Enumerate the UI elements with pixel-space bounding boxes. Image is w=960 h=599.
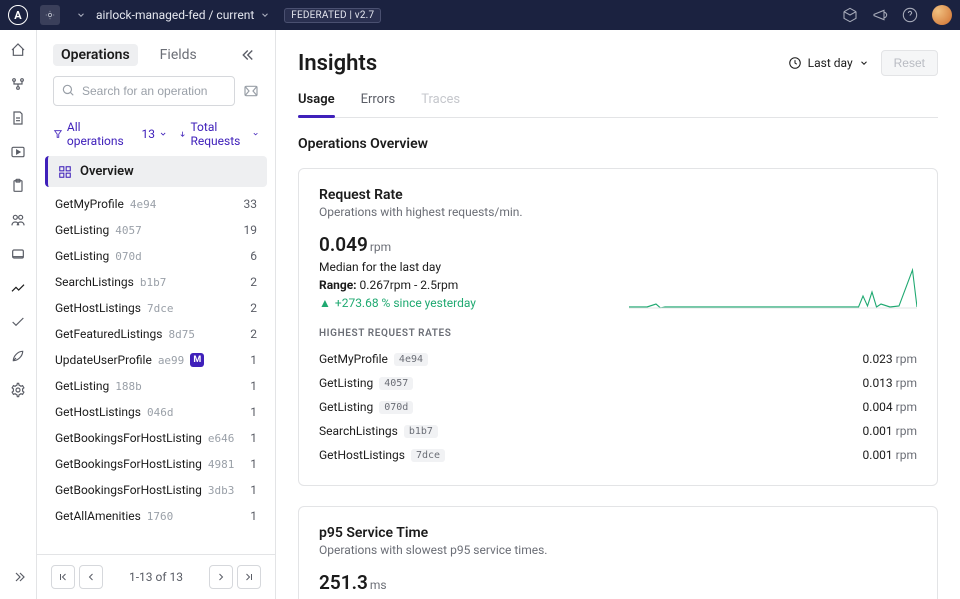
announce-icon[interactable] — [872, 7, 888, 23]
schema-icon[interactable] — [842, 7, 858, 23]
card-subtitle: Operations with highest requests/min. — [319, 205, 917, 219]
tab-fields[interactable]: Fields — [152, 44, 205, 66]
operation-item[interactable]: SearchListingsb1b72 — [45, 269, 267, 295]
operation-item[interactable]: GetBookingsForHostListing3db31 — [45, 477, 267, 503]
filter-operations[interactable]: All operations 13 — [53, 120, 167, 148]
help-icon[interactable] — [902, 7, 918, 23]
highest-row[interactable]: SearchListingsb1b70.001rpm — [319, 419, 917, 443]
nav-explorer-icon[interactable] — [10, 144, 26, 160]
tab-operations[interactable]: Operations — [53, 44, 138, 66]
card-title: p95 Service Time — [319, 525, 917, 541]
org-chevron-icon[interactable] — [76, 10, 86, 20]
pager-last[interactable] — [237, 565, 261, 589]
nav-launches-icon[interactable] — [10, 348, 26, 364]
nav-expand-icon[interactable] — [10, 569, 26, 585]
metric-value: 0.049 — [319, 233, 368, 256]
pager-status: 1-13 of 13 — [129, 570, 183, 584]
nav-insights-icon[interactable] — [10, 280, 26, 296]
card-subtitle: Operations with slowest p95 service time… — [319, 543, 917, 557]
operations-list: Overview GetMyProfile4e9433GetListing405… — [37, 156, 275, 554]
search-input[interactable] — [53, 76, 235, 106]
nav-clipboard-icon[interactable] — [10, 178, 26, 194]
search-icon — [61, 83, 75, 97]
org-selector[interactable] — [40, 5, 60, 25]
highest-row[interactable]: GetHostListings7dce0.001rpm — [319, 443, 917, 467]
operation-item[interactable]: UpdateUserProfileae99M1 — [45, 347, 267, 373]
triangle-up-icon: ▲ — [319, 296, 331, 310]
operation-item[interactable]: GetListing188b1 — [45, 373, 267, 399]
card-title: Request Rate — [319, 187, 917, 203]
operation-item[interactable]: GetHostListings7dce2 — [45, 295, 267, 321]
highest-row[interactable]: GetListing40570.013rpm — [319, 371, 917, 395]
highest-header: HIGHEST REQUEST RATES — [319, 328, 917, 339]
operation-item[interactable]: GetAllAmenities17601 — [45, 503, 267, 529]
nav-clients-icon[interactable] — [10, 212, 26, 228]
operation-item[interactable]: GetBookingsForHostListing49811 — [45, 451, 267, 477]
tab-traces[interactable]: Traces — [421, 92, 460, 117]
nav-home-icon[interactable] — [10, 42, 26, 58]
pagination: 1-13 of 13 — [37, 554, 275, 599]
nav-schema-icon[interactable] — [10, 76, 26, 92]
pager-first[interactable] — [51, 565, 75, 589]
operation-item[interactable]: GetHostListings046d1 — [45, 399, 267, 425]
nav-subgraph-icon[interactable] — [10, 246, 26, 262]
highest-row[interactable]: GetMyProfile4e940.023rpm — [319, 347, 917, 371]
tab-usage[interactable]: Usage — [298, 92, 335, 117]
nav-settings-icon[interactable] — [10, 382, 26, 398]
section-title: Operations Overview — [298, 136, 938, 152]
operation-item[interactable]: GetListing070d6 — [45, 243, 267, 269]
nav-docs-icon[interactable] — [10, 110, 26, 126]
change-indicator: ▲+273.68 % since yesterday — [319, 296, 599, 310]
apollo-logo[interactable]: A — [8, 5, 28, 25]
tab-errors[interactable]: Errors — [361, 92, 396, 117]
operation-item[interactable]: GetFeaturedListings8d752 — [45, 321, 267, 347]
pager-prev[interactable] — [79, 565, 103, 589]
user-avatar[interactable] — [932, 5, 952, 25]
operations-panel: Operations Fields All operations 13 Tota… — [37, 30, 276, 599]
median-label: Median for the last day — [319, 260, 599, 274]
federated-badge: FEDERATED | v2.7 — [284, 8, 381, 23]
sort-operations[interactable]: Total Requests — [179, 120, 259, 148]
main-content: Insights Last day Reset Usage Errors Tra… — [276, 30, 960, 599]
topbar: A airlock-managed-fed / current FEDERATE… — [0, 0, 960, 30]
request-rate-sparkline — [629, 262, 917, 310]
pager-next[interactable] — [209, 565, 233, 589]
highest-row[interactable]: GetListing070d0.004rpm — [319, 395, 917, 419]
graph-path[interactable]: airlock-managed-fed / current — [96, 8, 270, 22]
operation-item[interactable]: GetBookingsForHostListinge6461 — [45, 425, 267, 451]
timerange-selector[interactable]: Last day — [788, 56, 869, 70]
view-mode-icon[interactable] — [243, 83, 259, 99]
mutation-badge: M — [190, 353, 204, 367]
operation-item[interactable]: GetListing405719 — [45, 217, 267, 243]
metric-value: 251.3 — [319, 571, 368, 594]
collapse-panel-icon[interactable] — [241, 46, 259, 64]
p95-card: p95 Service Time Operations with slowest… — [298, 506, 938, 599]
nav-checks-icon[interactable] — [10, 314, 26, 330]
reset-button[interactable]: Reset — [881, 50, 938, 76]
overview-item[interactable]: Overview — [45, 156, 267, 187]
operation-item[interactable]: GetMyProfile4e9433 — [45, 191, 267, 217]
left-nav — [0, 30, 37, 599]
page-title: Insights — [298, 51, 377, 76]
request-rate-card: Request Rate Operations with highest req… — [298, 168, 938, 486]
